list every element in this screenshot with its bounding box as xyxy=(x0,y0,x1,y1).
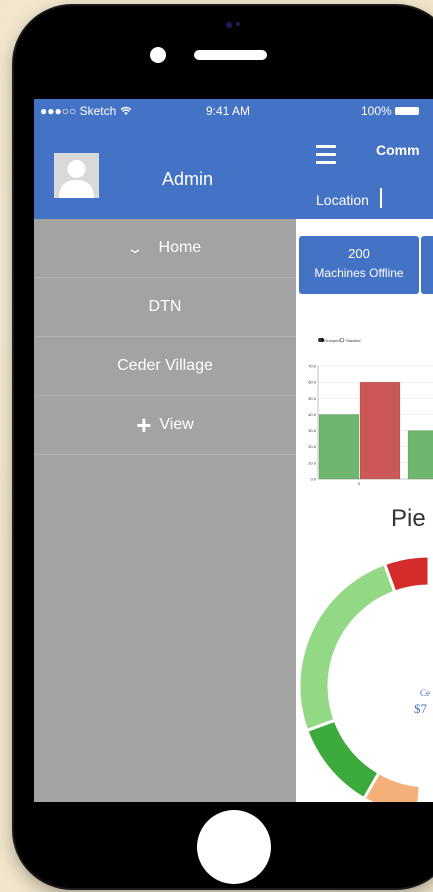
plus-icon: + xyxy=(136,410,152,440)
donut-chart xyxy=(297,554,431,802)
legend-marker-grouped xyxy=(318,338,322,342)
sidebar-item-label: Ceder Village xyxy=(117,357,213,374)
carrier: ●●●○○ Sketch xyxy=(40,104,132,118)
bar xyxy=(407,430,433,480)
sidebar-item-label: View xyxy=(159,416,194,433)
sensor-dot xyxy=(226,22,232,28)
bar-chart: Grouped Stacked 0.0 10.0 20.0 30.0 40.0 50.0 60.… xyxy=(308,338,433,486)
sidebar-item-dtn[interactable]: DTN xyxy=(34,278,296,337)
sidebar: Admin ⌄ Home DTN Ceder Village + View xyxy=(34,123,296,802)
status-bar: ●●●○○ Sketch 9:41 AM 100% xyxy=(34,99,433,123)
y-tick-label: 60.0 xyxy=(308,380,317,385)
y-tick-label: 0.0 xyxy=(310,477,316,482)
y-tick-label: 20.0 xyxy=(308,444,317,449)
text-cursor xyxy=(380,188,382,208)
battery-icon xyxy=(395,107,419,115)
y-tick-label: 70.0 xyxy=(308,364,317,369)
sidebar-item-label: DTN xyxy=(148,298,182,315)
app-title: Comm xyxy=(376,142,420,158)
app-header: Comm Location xyxy=(296,123,433,219)
avatar[interactable] xyxy=(54,153,99,198)
donut-slice xyxy=(297,561,397,733)
pie-chart-title: Pie xyxy=(391,505,426,532)
donut-center-value: $7 xyxy=(414,701,427,716)
bar xyxy=(318,414,360,480)
machines-offline-tile[interactable]: 200 Machines Offline xyxy=(299,236,419,294)
tile-label: Machines Offline xyxy=(314,266,404,280)
clock: 9:41 AM xyxy=(206,104,251,118)
tile-value: 200 xyxy=(348,246,370,261)
donut-center-label: Ce xyxy=(420,688,430,698)
next-tile[interactable] xyxy=(421,236,433,294)
wifi-icon xyxy=(120,106,132,115)
legend-label: Grouped xyxy=(324,338,340,343)
sidebar-item-home[interactable]: ⌄ Home xyxy=(34,219,296,278)
sidebar-header: Admin xyxy=(34,123,296,219)
battery-percent: 100% xyxy=(361,104,392,118)
donut-slice xyxy=(304,718,382,801)
carrier-label: ●●●○○ Sketch xyxy=(40,104,117,118)
user-icon xyxy=(54,153,99,198)
legend-label: Stacked xyxy=(346,338,360,343)
menu-icon[interactable] xyxy=(316,145,336,169)
sensor-dot xyxy=(236,22,240,26)
sidebar-item-ceder-village[interactable]: Ceder Village xyxy=(34,337,296,396)
earpiece-speaker xyxy=(194,50,267,60)
user-name: Admin xyxy=(162,169,214,189)
main-content: Comm Location 200 Machines Offline Group… xyxy=(296,123,433,802)
y-tick-label: 10.0 xyxy=(308,460,317,465)
bar xyxy=(359,381,401,480)
sidebar-item-label: Home xyxy=(158,239,202,256)
location-label[interactable]: Location xyxy=(316,192,369,208)
y-tick-label: 30.0 xyxy=(308,428,317,433)
home-button[interactable] xyxy=(197,810,271,884)
screen: ●●●○○ Sketch 9:41 AM 100% Comm Location … xyxy=(34,99,433,802)
sidebar-item-view[interactable]: + View xyxy=(34,396,296,455)
phone-frame: ●●●○○ Sketch 9:41 AM 100% Comm Location … xyxy=(14,6,433,888)
y-tick-label: 40.0 xyxy=(308,412,317,417)
y-tick-label: 50.0 xyxy=(308,396,317,401)
legend-marker-stacked xyxy=(339,338,345,343)
front-camera xyxy=(150,47,166,63)
chevron-down-icon: ⌄ xyxy=(125,239,144,256)
x-tick-label: 0 xyxy=(358,481,361,486)
